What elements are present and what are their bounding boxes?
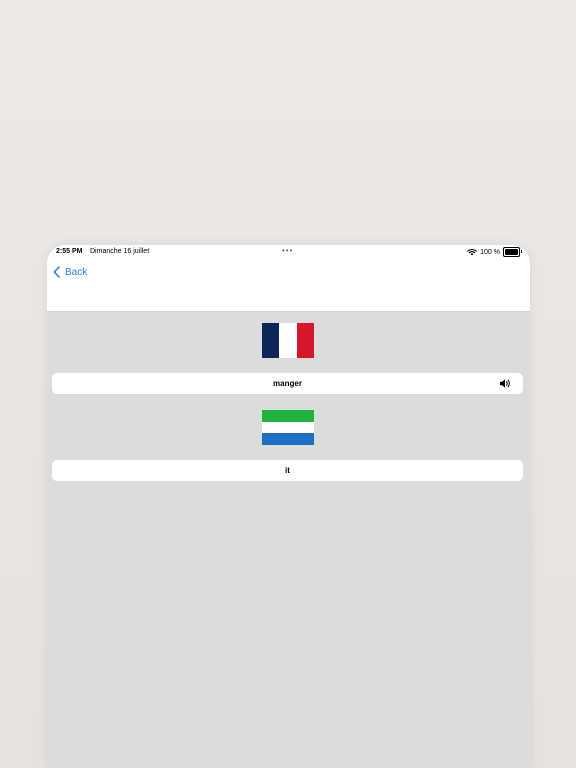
flag-stripe-white [279,323,297,358]
flag-stripe-green [262,410,314,422]
chevron-left-icon [53,266,60,278]
status-indicators: 100 % [467,247,522,257]
wifi-icon [467,248,477,256]
battery-percent: 100 % [480,248,500,256]
target-word-box: it [52,460,523,481]
battery-fill [505,249,518,255]
ipad-window: 2:55 PM Dimanche 16 juillet ••• 100 % Ba… [47,245,530,768]
source-word-box: manger [52,373,523,394]
flag-stripe-white [262,421,314,434]
source-word: manger [273,379,302,388]
sierra-leone-flag [262,410,314,445]
target-word: it [285,466,290,475]
multitasking-dots[interactable]: ••• [282,246,293,255]
back-label: Back [65,266,88,278]
navigation-header: 2:55 PM Dimanche 16 juillet ••• 100 % Ba… [47,245,530,312]
flag-stripe-blue [262,323,280,358]
speaker-icon[interactable] [499,378,511,389]
battery-icon [503,247,522,257]
flag-stripe-blue [262,433,314,445]
france-flag [262,323,314,358]
status-time: 2:55 PM [56,248,83,255]
flag-stripe-red [296,323,314,358]
status-date: Dimanche 16 juillet [90,248,150,255]
back-button[interactable]: Back [53,266,87,278]
status-bar: 2:55 PM Dimanche 16 juillet ••• 100 % [47,245,530,259]
